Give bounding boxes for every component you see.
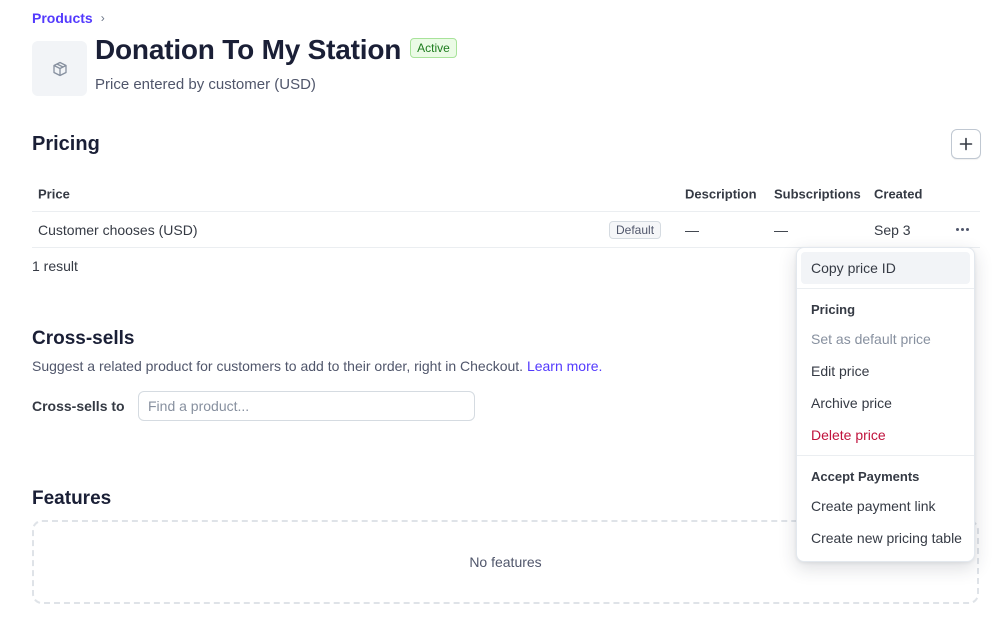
column-header-created[interactable]: Created [874, 186, 922, 201]
cross-sells-description-text: Suggest a related product for customers … [32, 358, 524, 374]
more-actions-button[interactable] [952, 222, 972, 238]
created-cell: Sep 3 [874, 221, 911, 238]
cross-sells-label: Cross-sells to [32, 398, 125, 414]
price-actions-menu: Copy price ID Pricing Set as default pri… [796, 247, 975, 562]
find-product-input[interactable] [138, 391, 475, 421]
more-dot-icon [955, 228, 959, 231]
table-row[interactable]: Customer chooses (USD) Default — — Sep 3 [32, 212, 980, 248]
menu-item-delete-price[interactable]: Delete price [801, 419, 970, 451]
more-dot-icon [960, 228, 964, 231]
menu-divider [797, 288, 974, 289]
breadcrumb: Products › [32, 10, 105, 26]
pricing-section-title: Pricing [32, 133, 100, 155]
menu-item-archive-price[interactable]: Archive price [801, 387, 970, 419]
menu-item-create-pricing-table[interactable]: Create new pricing table [801, 522, 970, 554]
add-price-button[interactable] [951, 129, 981, 159]
breadcrumb-products-link[interactable]: Products [32, 10, 93, 26]
status-badge: Active [410, 38, 457, 58]
product-title-row: Donation To My Station Active [95, 34, 457, 66]
product-subtitle: Price entered by customer (USD) [95, 76, 316, 93]
column-header-subscriptions[interactable]: Subscriptions [774, 186, 861, 201]
column-header-price[interactable]: Price [38, 186, 70, 201]
menu-item-create-payment-link[interactable]: Create payment link [801, 490, 970, 522]
menu-heading-accept-payments: Accept Payments [811, 469, 920, 484]
menu-item-edit-price[interactable]: Edit price [801, 355, 970, 387]
no-features-text: No features [469, 554, 542, 570]
box-icon [52, 61, 67, 76]
chevron-right-icon: › [100, 11, 105, 25]
page-title: Donation To My Station [95, 34, 402, 65]
more-dot-icon [965, 228, 969, 231]
cross-sells-section-title: Cross-sells [32, 328, 135, 349]
subscriptions-cell: — [774, 221, 788, 238]
price-cell: Customer chooses (USD) [38, 221, 198, 238]
column-header-description[interactable]: Description [685, 186, 757, 201]
result-count: 1 result [32, 258, 78, 274]
menu-divider [797, 455, 974, 456]
cross-sells-description: Suggest a related product for customers … [32, 358, 602, 374]
menu-heading-pricing: Pricing [811, 302, 856, 317]
features-section-title: Features [32, 488, 112, 509]
plus-icon [959, 137, 973, 151]
pricing-table: Price Description Subscriptions Created … [32, 176, 980, 248]
learn-more-link[interactable]: Learn more. [527, 358, 602, 374]
menu-item-copy-price-id[interactable]: Copy price ID [801, 252, 970, 284]
menu-item-set-default-price: Set as default price [811, 331, 931, 347]
description-cell: — [685, 221, 699, 238]
table-header: Price Description Subscriptions Created [32, 176, 980, 212]
default-badge: Default [609, 220, 662, 239]
product-image-placeholder[interactable] [32, 41, 87, 96]
